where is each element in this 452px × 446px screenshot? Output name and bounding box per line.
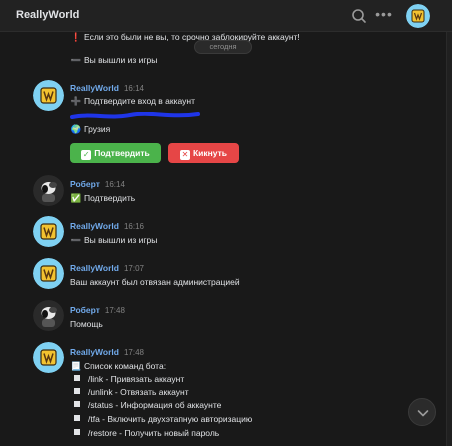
author-name[interactable]: ReallyWorld xyxy=(70,347,119,357)
chevron-down-icon xyxy=(417,410,429,417)
command-item: /status - Информация об аккаунте xyxy=(70,400,221,411)
author-name[interactable]: Роберт xyxy=(70,179,100,189)
message-meta: ReallyWorld 16:14 xyxy=(70,83,144,94)
message-text: ✅ Подтвердить xyxy=(70,193,136,203)
bullet-icon xyxy=(74,375,80,381)
globe-icon: 🌍 xyxy=(70,124,82,134)
command-item: /restore - Получить новый пароль xyxy=(70,428,219,439)
message-text: ➖ Вы вышли из игры xyxy=(70,235,158,245)
author-name[interactable]: ReallyWorld xyxy=(70,83,119,93)
check-icon: ✅ xyxy=(70,193,82,203)
avatar[interactable] xyxy=(33,175,64,206)
message-feed[interactable]: ❗ Если это были не вы, то срочно заблокир… xyxy=(0,32,446,446)
bullet-icon xyxy=(74,429,80,435)
bullet-icon xyxy=(74,415,80,421)
plus-icon: ➕ xyxy=(70,96,82,106)
message-time: 16:14 xyxy=(123,84,144,93)
message-time: 17:48 xyxy=(104,306,125,315)
message-text: 🌍 Грузия xyxy=(70,124,111,134)
page-icon: 📃 xyxy=(70,361,82,371)
scroll-down-button[interactable] xyxy=(408,398,436,426)
message-time: 16:14 xyxy=(104,180,125,189)
bullet-icon xyxy=(74,388,80,394)
message-text: ➕ Подтвердите вход в аккаунт xyxy=(70,96,196,106)
minus-icon: ➖ xyxy=(70,235,82,245)
chat-title: ReallyWorld xyxy=(16,9,80,21)
author-name[interactable]: ReallyWorld xyxy=(70,221,119,231)
more-icon[interactable]: ••• xyxy=(374,6,394,26)
scrollbar-track[interactable] xyxy=(446,32,452,446)
message-meta: Роберт 17:48 xyxy=(70,305,125,316)
avatar[interactable] xyxy=(33,342,64,373)
author-name[interactable]: ReallyWorld xyxy=(70,263,119,273)
chat-header: ReallyWorld ••• xyxy=(0,0,452,32)
chat-avatar[interactable] xyxy=(406,4,430,28)
message-meta: Роберт 16:14 xyxy=(70,179,125,190)
message-meta: ReallyWorld 17:48 xyxy=(70,347,144,358)
bullet-icon xyxy=(74,401,80,407)
message-time: 17:48 xyxy=(123,348,144,357)
check-icon: ✓ xyxy=(81,150,92,160)
message-time: 16:16 xyxy=(123,222,144,231)
avatar[interactable] xyxy=(33,300,64,331)
x-icon: ✕ xyxy=(179,150,190,160)
message-text: Ваш аккаунт был отвязан администрацией xyxy=(70,277,240,287)
command-item: /unlink - Отвязать аккаунт xyxy=(70,387,189,398)
minus-icon: ➖ xyxy=(70,55,82,65)
message-meta: ReallyWorld 16:16 xyxy=(70,221,144,232)
date-chip: сегодня xyxy=(194,40,252,54)
message-time: 17:07 xyxy=(123,264,144,273)
exclamation-icon: ❗ xyxy=(70,32,82,42)
redaction-scribble xyxy=(70,112,200,119)
author-name[interactable]: Роберт xyxy=(70,305,100,315)
message-text: ➖ Вы вышли из игры xyxy=(70,55,158,65)
kick-button[interactable]: ✕ Кикнуть xyxy=(168,143,239,163)
command-item: /link - Привязать аккаунт xyxy=(70,374,184,385)
message-text: Помощь xyxy=(70,319,103,329)
confirm-button[interactable]: ✓ Подтвердить xyxy=(70,143,161,163)
message-meta: ReallyWorld 17:07 xyxy=(70,263,144,274)
message-text: ❗ Если это были не вы, то срочно заблокир… xyxy=(70,32,300,42)
search-icon[interactable] xyxy=(349,6,369,26)
avatar[interactable] xyxy=(33,216,64,247)
avatar[interactable] xyxy=(33,80,64,111)
command-item: /tfa - Включить двухэтапную авторизацию xyxy=(70,414,252,425)
avatar[interactable] xyxy=(33,258,64,289)
message-text: 📃 Список команд бота: xyxy=(70,361,167,371)
